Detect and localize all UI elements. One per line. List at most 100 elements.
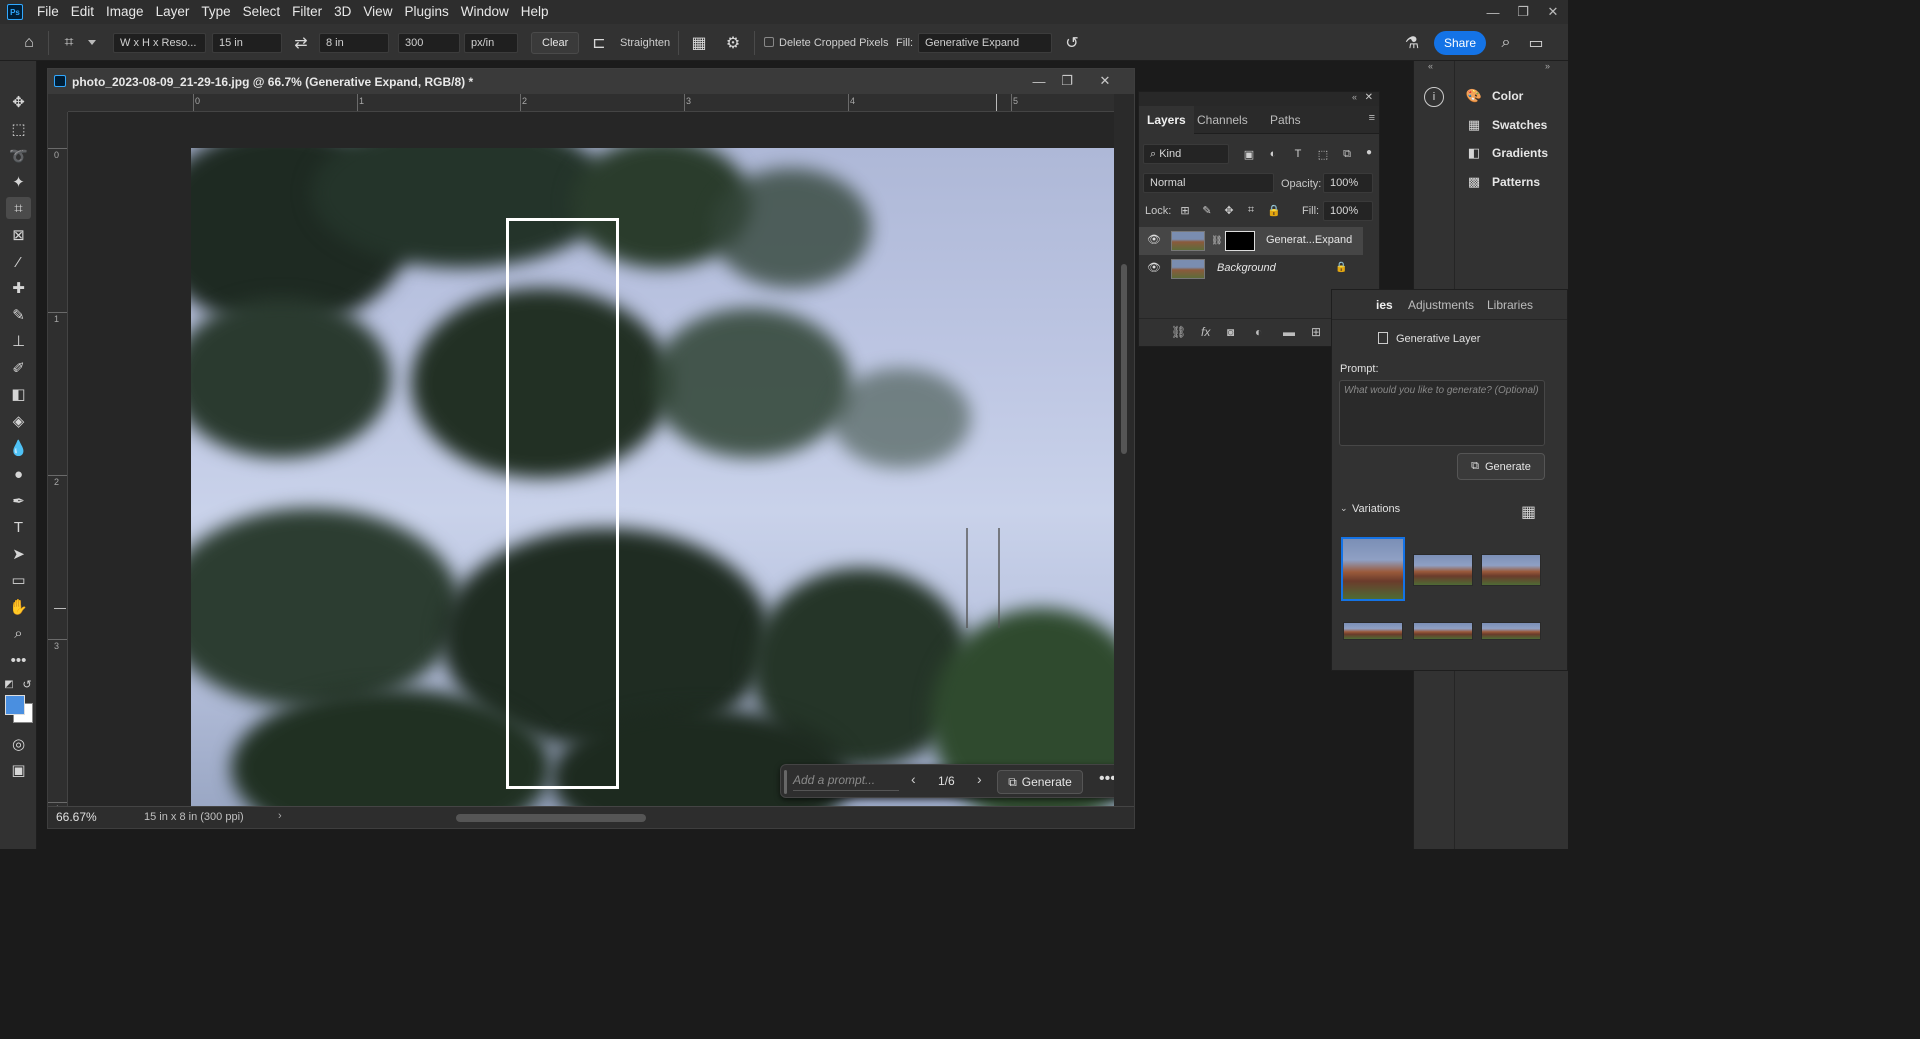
magic-wand-tool-icon[interactable]: ✦ [6, 171, 31, 193]
dock-item-patterns[interactable]: ▩ Patterns [1465, 172, 1540, 192]
layer-thumbnail[interactable] [1171, 231, 1205, 251]
chevron-down-icon[interactable]: ⌄ [1340, 503, 1348, 514]
dock-item-swatches[interactable]: ▦ Swatches [1465, 115, 1548, 135]
menu-select[interactable]: Select [237, 0, 287, 24]
tab-paths[interactable]: Paths [1262, 106, 1309, 134]
lock-all-icon[interactable]: 🔒 [1266, 202, 1282, 218]
clear-button[interactable]: Clear [531, 32, 580, 54]
link-icon[interactable]: ⛓ [1211, 235, 1222, 246]
brush-tool-icon[interactable]: ✎ [6, 304, 31, 326]
dock-item-color[interactable]: 🎨 Color [1465, 86, 1523, 106]
vertical-scroll-thumb[interactable] [1121, 264, 1127, 454]
variation-thumbnail[interactable] [1413, 554, 1473, 586]
variation-thumbnail[interactable] [1343, 622, 1403, 640]
filter-adjustment-icon[interactable]: ◐ [1265, 146, 1281, 162]
layer-row-background[interactable]: 👁 Background 🔒 [1139, 255, 1363, 283]
type-tool-icon[interactable]: T [6, 516, 31, 538]
taskbar-generate-button[interactable]: ⧉ Generate [997, 770, 1083, 794]
zoom-level-field[interactable]: 66.67% [56, 810, 97, 824]
width-field[interactable]: 15 in [212, 33, 282, 53]
dock-item-gradients[interactable]: ◧ Gradients [1465, 143, 1548, 163]
variation-thumbnail[interactable] [1481, 554, 1541, 586]
filter-smart-object-icon[interactable]: ⧉ [1339, 146, 1355, 162]
layer-name[interactable]: Generat...Expand [1266, 234, 1352, 246]
resolution-unit-dropdown[interactable]: px/in [464, 33, 518, 53]
restore-button[interactable]: ❐ [1508, 0, 1538, 24]
layer-filter-dropdown[interactable]: ⌕ Kind [1143, 144, 1229, 164]
layer-row-generative-expand[interactable]: 👁 ⛓ Generat...Expand [1139, 227, 1363, 255]
lock-icon[interactable]: 🔒 [1335, 262, 1347, 273]
eraser-tool-icon[interactable]: ◧ [6, 383, 31, 405]
delete-cropped-checkbox[interactable] [764, 37, 774, 47]
quick-mask-icon[interactable]: ◎ [6, 733, 31, 755]
tab-libraries[interactable]: Libraries [1487, 298, 1533, 312]
crop-tool-preset-icon[interactable]: ⌗ [58, 32, 80, 54]
doc-restore-button[interactable]: ❐ [1056, 71, 1078, 91]
chevron-right-icon[interactable]: › [278, 810, 282, 822]
beaker-icon[interactable]: ⚗ [1401, 32, 1423, 54]
blend-mode-dropdown[interactable]: Normal [1143, 173, 1274, 193]
straighten-label[interactable]: Straighten [620, 37, 670, 49]
drag-handle[interactable] [784, 770, 787, 794]
close-button[interactable]: ✕ [1538, 0, 1568, 24]
crop-tool-icon[interactable]: ⌗ [6, 197, 31, 219]
reset-icon[interactable]: ↺ [1061, 32, 1083, 54]
share-button[interactable]: Share [1434, 31, 1486, 55]
ruler-origin[interactable] [48, 94, 68, 112]
menu-layer[interactable]: Layer [150, 0, 196, 24]
visibility-eye-icon[interactable]: 👁 [1147, 233, 1161, 246]
link-layers-icon[interactable]: ⛓ [1171, 325, 1186, 339]
resolution-field[interactable]: 300 [398, 33, 460, 53]
menu-help[interactable]: Help [515, 0, 555, 24]
panel-menu-icon[interactable]: ≡ [1369, 112, 1375, 124]
swap-icon[interactable]: ⇄ [290, 32, 312, 54]
layer-thumbnail[interactable] [1171, 259, 1205, 279]
lock-position-icon[interactable]: ✥ [1221, 202, 1237, 218]
lock-pixels-icon[interactable]: ✎ [1199, 202, 1215, 218]
menu-window[interactable]: Window [455, 0, 515, 24]
adjustment-layer-icon[interactable]: ◐ [1255, 325, 1262, 339]
filter-shape-icon[interactable]: ⬚ [1315, 146, 1331, 162]
fill-field[interactable]: 100% [1323, 201, 1373, 221]
menu-3d[interactable]: 3D [328, 0, 357, 24]
zoom-tool-icon[interactable]: ⌕ [6, 622, 31, 644]
search-icon[interactable]: ⌕ [1495, 32, 1517, 54]
gear-icon[interactable]: ⚙ [722, 32, 744, 54]
document-info[interactable]: 15 in x 8 in (300 ppi) [144, 811, 244, 823]
vertical-scrollbar[interactable] [1114, 94, 1134, 808]
frame-tool-icon[interactable]: ⊠ [6, 224, 31, 246]
document-tab[interactable]: photo_2023-08-09_21-29-16.jpg @ 66.7% (G… [48, 69, 1134, 94]
more-tools-icon[interactable]: ••• [6, 649, 31, 671]
menu-edit[interactable]: Edit [65, 0, 100, 24]
collapse-dock-icon[interactable]: » [1545, 61, 1550, 71]
healing-brush-tool-icon[interactable]: ✚ [6, 277, 31, 299]
doc-minimize-button[interactable]: — [1028, 71, 1050, 91]
menu-file[interactable]: File [31, 0, 65, 24]
grid-overlay-icon[interactable]: ▦ [688, 32, 710, 54]
document-image[interactable] [191, 148, 1115, 808]
layer-mask-thumbnail[interactable] [1225, 231, 1255, 251]
expand-dock-icon[interactable]: « [1428, 61, 1433, 71]
layer-name[interactable]: Background [1217, 262, 1276, 274]
blur-tool-icon[interactable]: 💧 [6, 437, 31, 459]
move-tool-icon[interactable]: ✥ [6, 91, 31, 113]
lock-transparency-icon[interactable]: ⊞ [1177, 202, 1193, 218]
variations-label[interactable]: Variations [1352, 503, 1400, 515]
filter-pixel-icon[interactable]: ▣ [1241, 146, 1257, 162]
next-variation-button[interactable]: › [977, 771, 982, 787]
filter-toggle-icon[interactable]: ● [1361, 144, 1377, 160]
ratio-preset-dropdown[interactable]: W x H x Reso... [113, 33, 206, 53]
lasso-tool-icon[interactable]: ➰ [6, 145, 31, 167]
horizontal-ruler[interactable]: 0 1 2 3 4 5 [68, 94, 1115, 112]
tab-properties[interactable]: ies [1376, 298, 1393, 312]
tab-layers[interactable]: Layers [1139, 106, 1194, 134]
fx-icon[interactable]: fx [1201, 325, 1210, 339]
info-icon[interactable]: i [1424, 87, 1444, 107]
task-prompt-input[interactable]: Add a prompt... [793, 773, 899, 791]
stamp-tool-icon[interactable]: ⊥ [6, 330, 31, 352]
history-brush-tool-icon[interactable]: ✐ [6, 357, 31, 379]
swap-colors-icon[interactable]: ↺ [20, 673, 34, 695]
menu-filter[interactable]: Filter [286, 0, 328, 24]
visibility-eye-icon[interactable]: 👁 [1147, 261, 1161, 274]
collapse-panel-icon[interactable]: « [1352, 92, 1357, 102]
